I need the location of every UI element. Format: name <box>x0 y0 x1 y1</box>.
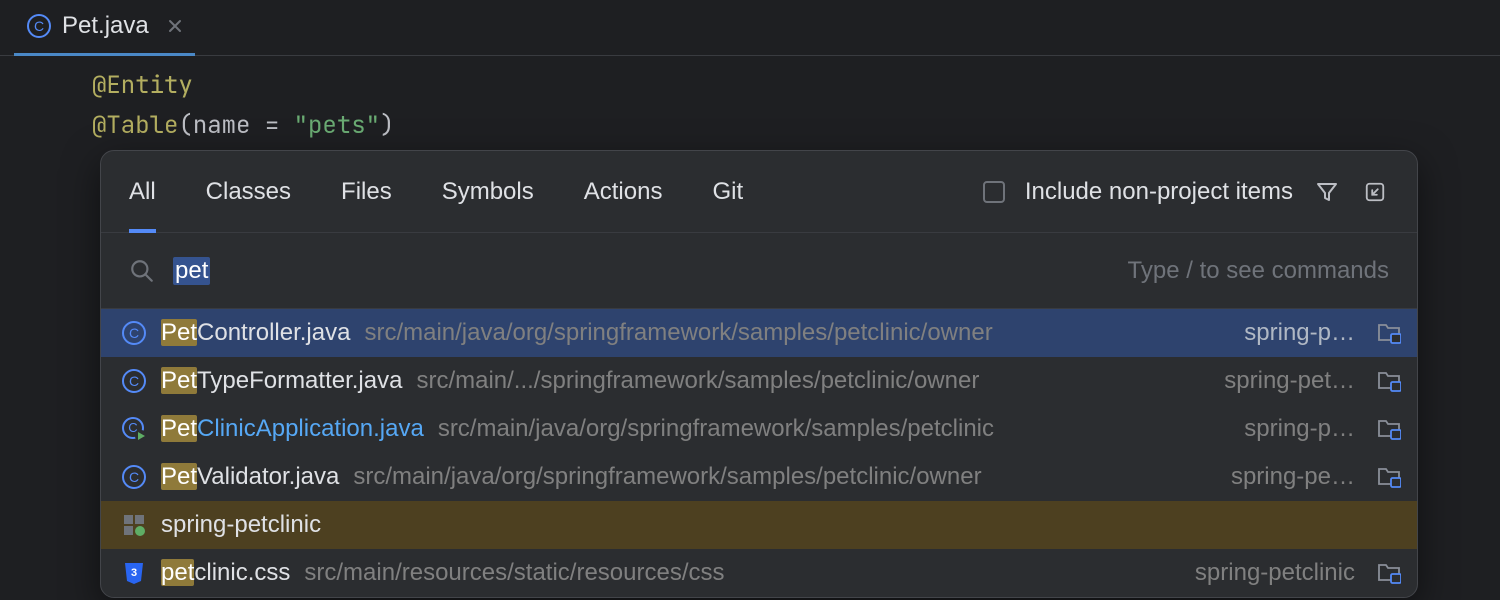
code-editor[interactable]: @Entity @Table(name = "pets") <box>0 56 1500 146</box>
class-run-icon: C <box>121 416 147 442</box>
result-row[interactable]: C PetController.java src/main/java/org/sp… <box>101 309 1417 357</box>
result-path: src/main/java/org/springframework/sample… <box>364 319 1220 347</box>
search-input[interactable]: pet <box>173 257 210 285</box>
class-icon: C <box>121 464 147 490</box>
svg-text:3: 3 <box>131 567 137 579</box>
class-icon: C <box>26 13 52 39</box>
result-module: spring-petclinic <box>1195 559 1355 587</box>
include-non-project-label: Include non-project items <box>1025 178 1293 206</box>
svg-text:C: C <box>34 18 44 34</box>
tab-classes[interactable]: Classes <box>206 151 291 233</box>
open-folder-icon[interactable] <box>1377 560 1403 586</box>
search-row: pet Type / to see commands <box>101 233 1417 309</box>
code-annotation: @Table <box>92 110 178 141</box>
result-name: PetClinicApplication.java <box>161 415 424 443</box>
result-name: PetTypeFormatter.java <box>161 367 402 395</box>
close-icon[interactable] <box>167 18 183 34</box>
tab-all[interactable]: All <box>129 151 156 233</box>
class-icon: C <box>121 368 147 394</box>
code-annotation: @Entity <box>92 70 193 101</box>
result-path: src/main/java/org/springframework/sample… <box>353 463 1207 491</box>
search-everywhere-popup: All Classes Files Symbols Actions Git In… <box>100 150 1418 598</box>
result-module: spring-pet… <box>1224 367 1355 395</box>
css-icon: 3 <box>121 560 147 586</box>
result-path: src/main/.../springframework/samples/pet… <box>416 367 1200 395</box>
results-list: C PetController.java src/main/java/org/sp… <box>101 309 1417 597</box>
open-folder-icon[interactable] <box>1377 320 1403 346</box>
popup-tab-bar: All Classes Files Symbols Actions Git In… <box>101 151 1417 233</box>
result-name: PetValidator.java <box>161 463 339 491</box>
open-folder-icon[interactable] <box>1377 368 1403 394</box>
result-module: spring-pe… <box>1231 463 1355 491</box>
class-icon: C <box>121 320 147 346</box>
svg-text:C: C <box>129 325 139 341</box>
tab-symbols[interactable]: Symbols <box>442 151 534 233</box>
result-row[interactable]: C PetValidator.java src/main/java/org/spr… <box>101 453 1417 501</box>
filter-icon[interactable] <box>1313 178 1341 206</box>
result-row[interactable]: C PetClinicApplication.java src/main/java… <box>101 405 1417 453</box>
editor-tab[interactable]: C Pet.java <box>14 0 195 56</box>
open-folder-icon[interactable] <box>1377 416 1403 442</box>
svg-text:C: C <box>129 373 139 389</box>
open-folder-icon[interactable] <box>1377 464 1403 490</box>
tab-git[interactable]: Git <box>712 151 743 233</box>
result-path: src/main/java/org/springframework/sample… <box>438 415 1220 443</box>
open-in-tool-window-icon[interactable] <box>1361 178 1389 206</box>
search-hint: Type / to see commands <box>1128 257 1389 285</box>
result-module: spring-p… <box>1244 415 1355 443</box>
include-non-project-checkbox[interactable] <box>983 181 1005 203</box>
svg-text:C: C <box>129 469 139 485</box>
project-icon <box>121 512 147 538</box>
search-icon <box>129 258 155 284</box>
tab-files[interactable]: Files <box>341 151 392 233</box>
editor-tab-bar: C Pet.java <box>0 0 1500 56</box>
result-name: petclinic.css <box>161 559 290 587</box>
tab-filename: Pet.java <box>62 12 149 40</box>
result-name: PetController.java <box>161 319 350 347</box>
result-row[interactable]: spring-petclinic <box>101 501 1417 549</box>
result-path: src/main/resources/static/resources/css <box>304 559 1171 587</box>
tab-actions[interactable]: Actions <box>584 151 663 233</box>
result-module: spring-p… <box>1244 319 1355 347</box>
result-row[interactable]: C PetTypeFormatter.java src/main/.../spri… <box>101 357 1417 405</box>
result-row[interactable]: 3 petclinic.css src/main/resources/static… <box>101 549 1417 597</box>
result-name: spring-petclinic <box>161 511 321 539</box>
